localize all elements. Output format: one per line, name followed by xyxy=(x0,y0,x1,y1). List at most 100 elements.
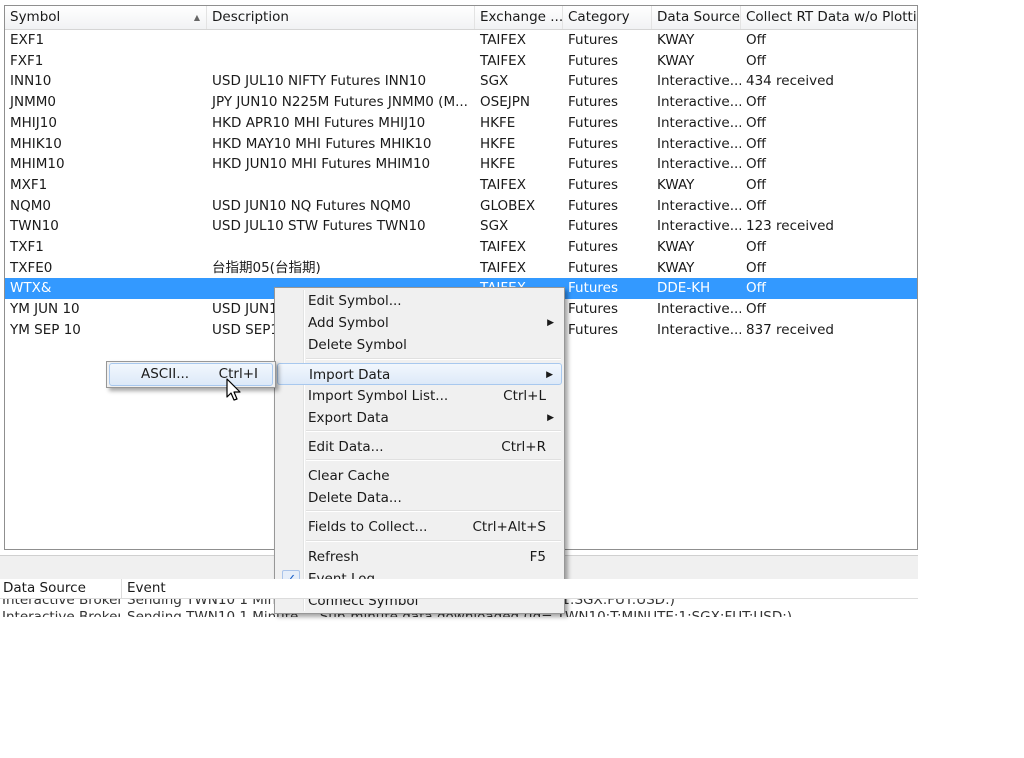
cell-symbol: MHIK10 xyxy=(10,135,62,152)
cell-exchange: HKFE xyxy=(480,156,516,173)
menu-item-label: Export Data xyxy=(308,410,389,426)
table-row[interactable]: MHIJ10 HKD APR10 MHI Futures MHIJ10 HKFE Fu… xyxy=(5,113,917,134)
cell-exchange: HKFE xyxy=(480,135,516,152)
sort-ascending-icon: ▲ xyxy=(193,13,200,22)
cell-data-source: KWAY xyxy=(657,52,695,69)
table-row[interactable]: FXF1 TAIFEX Futures KWAY Off xyxy=(5,51,917,72)
cell-category: Futures xyxy=(568,135,619,152)
column-header-symbol[interactable]: Symbol ▲ xyxy=(5,6,207,29)
cell-collect-rt: Off xyxy=(746,52,766,69)
cell-data-source: Interactive... xyxy=(657,197,741,214)
cell-collect-rt: Off xyxy=(746,32,766,48)
cell-symbol: TWN10 xyxy=(10,218,59,235)
menu-item-edit-data[interactable]: Edit Data... Ctrl+R xyxy=(277,436,562,458)
cell-symbol: EXF1 xyxy=(10,32,45,48)
cell-description: USD JUL10 NIFTY Futures INN10 xyxy=(212,73,427,90)
cell-description xyxy=(207,237,475,258)
submenu-arrow-icon: ▶ xyxy=(547,318,554,328)
import-data-submenu[interactable]: ASCII... Ctrl+I xyxy=(106,361,276,388)
menu-item-edit-symbol[interactable]: Edit Symbol... xyxy=(277,290,562,312)
menu-item-import-ascii[interactable]: ASCII... Ctrl+I xyxy=(109,363,273,386)
table-row[interactable]: EXF1 TAIFEX Futures KWAY Off xyxy=(5,30,917,51)
cell-collect-rt: 434 received xyxy=(746,73,834,90)
cell-collect-rt: Off xyxy=(746,197,766,214)
cell-data-source: Interactive... xyxy=(657,218,741,235)
menu-item-label: Edit Symbol... xyxy=(308,293,402,309)
menu-item-label: Fields to Collect... xyxy=(308,519,428,535)
column-label: Data Source xyxy=(657,9,740,25)
cell-category: Futures xyxy=(568,321,619,338)
cell-category: Futures xyxy=(568,94,619,111)
cell-description: HKD APR10 MHI Futures MHIJ10 xyxy=(212,114,426,131)
column-header-data-source[interactable]: Data Source xyxy=(652,6,741,29)
table-row[interactable]: TWN10 USD JUL10 STW Futures TWN10 SGX Futur… xyxy=(5,216,917,237)
cell-exchange: TAIFEX xyxy=(480,239,526,255)
table-row[interactable]: TXFE0 台指期05(台指期) TAIFEX Futures KWAY Off xyxy=(5,258,917,279)
cell-category: Futures xyxy=(568,176,619,193)
cell-category: Futures xyxy=(568,259,619,276)
cell-category: Futures xyxy=(568,301,619,318)
cell-symbol: TXF1 xyxy=(10,239,44,255)
submenu-arrow-icon: ▶ xyxy=(547,413,554,423)
column-label: Category xyxy=(568,9,630,25)
column-header-exchange[interactable]: Exchange ... xyxy=(475,6,563,29)
cell-description: HKD JUN10 MHI Futures MHIM10 xyxy=(212,156,431,173)
cell-description xyxy=(207,51,475,72)
log-column-data-source[interactable]: Data Source xyxy=(0,579,122,598)
cell-category: Futures xyxy=(568,32,619,48)
menu-separator xyxy=(306,510,561,512)
cell-data-source: Interactive... xyxy=(657,156,741,173)
menu-item-add-symbol[interactable]: Add Symbol ▶ xyxy=(277,312,562,334)
menu-item-delete-data[interactable]: Delete Data... xyxy=(277,487,562,509)
cell-exchange: TAIFEX xyxy=(480,32,526,48)
cell-category: Futures xyxy=(568,239,619,255)
menu-item-fields-to-collect[interactable]: Fields to Collect... Ctrl+Alt+S xyxy=(277,516,562,538)
table-row[interactable]: TXF1 TAIFEX Futures KWAY Off xyxy=(5,237,917,258)
cell-description xyxy=(207,175,475,196)
log-column-event[interactable]: Event xyxy=(124,579,166,598)
cell-exchange: SGX xyxy=(480,218,509,235)
cell-category: Futures xyxy=(568,73,619,90)
table-row[interactable]: INN10 USD JUL10 NIFTY Futures INN10 SGX Fut… xyxy=(5,71,917,92)
menu-item-label: Clear Cache xyxy=(308,468,390,484)
cell-collect-rt: Off xyxy=(746,114,766,131)
cell-collect-rt: Off xyxy=(746,176,766,193)
cell-symbol: WTX& xyxy=(10,280,52,297)
context-menu[interactable]: Edit Symbol... Add Symbol ▶ Delete Symbol Im… xyxy=(274,287,565,614)
cell-data-source: KWAY xyxy=(657,259,695,276)
menu-item-delete-symbol[interactable]: Delete Symbol xyxy=(277,334,562,356)
table-row[interactable]: JNMM0 JPY JUN10 N225M Futures JNMM0 (M...… xyxy=(5,92,917,113)
cell-exchange: OSEJPN xyxy=(480,94,530,111)
symbol-list-header: Symbol ▲ Description Exchange ... Catego… xyxy=(5,6,917,30)
cell-category: Futures xyxy=(568,197,619,214)
column-label: Collect RT Data w/o Plotti... xyxy=(746,9,918,25)
cell-data-source: KWAY xyxy=(657,176,695,193)
table-row[interactable]: MHIK10 HKD MAY10 MHI Futures MHIK10 HKFE Fu… xyxy=(5,134,917,155)
menu-item-shortcut: Ctrl+Alt+S xyxy=(472,519,547,535)
menu-item-refresh[interactable]: Refresh F5 xyxy=(277,546,562,568)
menu-separator xyxy=(306,459,561,461)
cell-data-source: Interactive... xyxy=(657,301,741,318)
table-row[interactable]: MHIM10 HKD JUN10 MHI Futures MHIM10 HKFE Fu… xyxy=(5,154,917,175)
cell-collect-rt: Off xyxy=(746,259,766,276)
column-header-category[interactable]: Category xyxy=(563,6,652,29)
table-row[interactable]: NQM0 USD JUN10 NQ Futures NQM0 GLOBEX Futur… xyxy=(5,196,917,217)
cell-data-source: Interactive... xyxy=(657,73,741,90)
menu-item-import-data[interactable]: Import Data ▶ xyxy=(277,363,562,385)
menu-item-clear-cache[interactable]: Clear Cache xyxy=(277,465,562,487)
column-header-description[interactable]: Description xyxy=(207,6,475,29)
menu-item-export-data[interactable]: Export Data ▶ xyxy=(277,407,562,429)
cell-category: Futures xyxy=(568,218,619,235)
cell-data-source: Interactive... xyxy=(657,114,741,131)
mouse-pointer-icon xyxy=(226,378,241,401)
menu-item-shortcut: F5 xyxy=(529,549,546,565)
menu-separator xyxy=(306,540,561,542)
cell-description: USD JUL10 STW Futures TWN10 xyxy=(212,218,426,235)
cell-description: HKD MAY10 MHI Futures MHIK10 xyxy=(212,135,432,152)
menu-item-import-symbol-list[interactable]: Import Symbol List... Ctrl+L xyxy=(277,385,562,407)
menu-separator xyxy=(306,358,561,360)
cell-symbol: FXF1 xyxy=(10,52,44,69)
column-header-collect-rt[interactable]: Collect RT Data w/o Plotti... xyxy=(741,6,918,29)
menu-item-label: Import Data xyxy=(309,367,391,383)
table-row[interactable]: MXF1 TAIFEX Futures KWAY Off xyxy=(5,175,917,196)
